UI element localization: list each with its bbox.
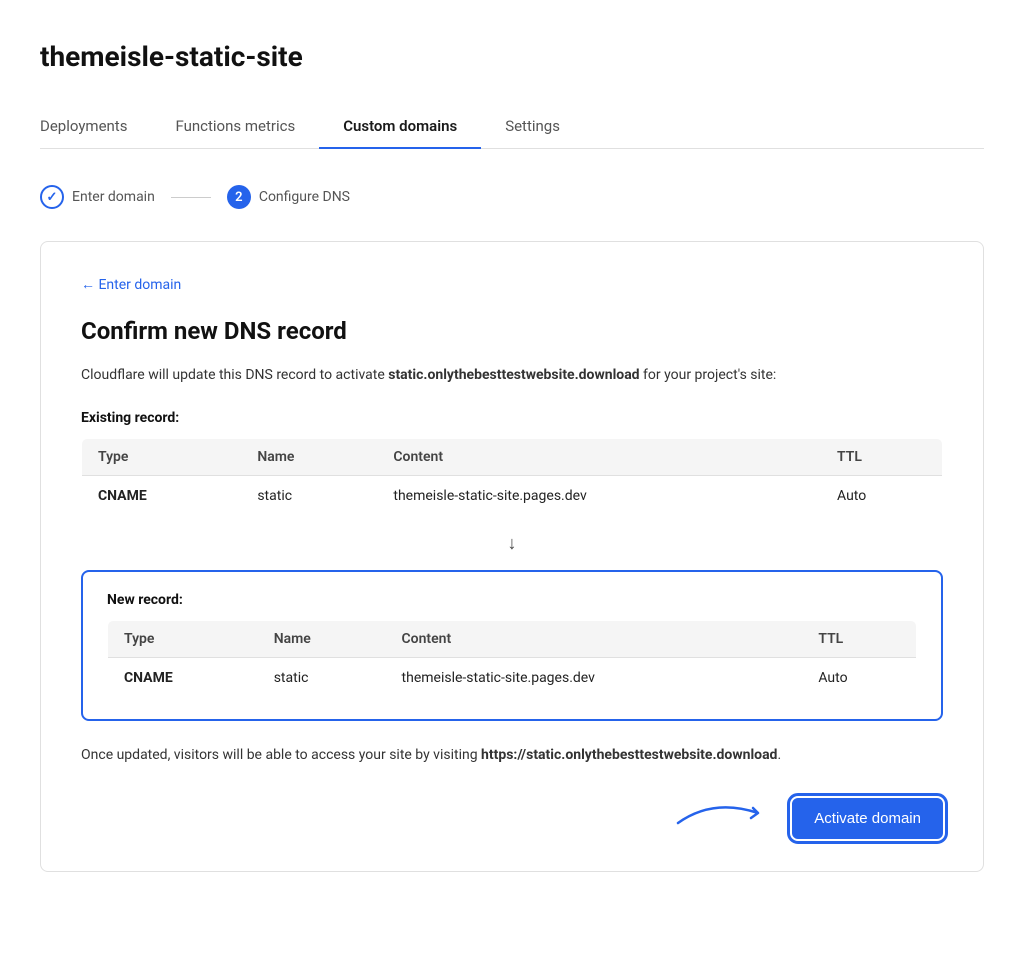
new-record-box: New record: Type Name Content TTL CNAME …	[81, 570, 943, 721]
new-table-row: CNAME static themeisle-static-site.pages…	[108, 658, 917, 699]
arrow-annotation	[673, 793, 773, 837]
description-before: Cloudflare will update this DNS record t…	[81, 367, 388, 383]
step-1-circle: ✓	[40, 185, 64, 209]
footer-text: Once updated, visitors will be able to a…	[81, 745, 943, 766]
new-col-ttl: TTL	[802, 621, 916, 658]
action-row: Activate domain	[81, 798, 943, 839]
step-2-circle: 2	[227, 185, 251, 209]
existing-content: themeisle-static-site.pages.dev	[377, 476, 821, 517]
step-1-label: Enter domain	[72, 189, 155, 205]
description-after: for your project's site:	[640, 367, 777, 383]
footer-before: Once updated, visitors will be able to a…	[81, 747, 481, 763]
existing-dns-table: Type Name Content TTL CNAME static theme…	[81, 438, 943, 517]
down-arrow: ↓	[81, 533, 943, 554]
tab-bar: Deployments Functions metrics Custom dom…	[40, 105, 984, 149]
new-dns-table: Type Name Content TTL CNAME static theme…	[107, 620, 917, 699]
new-type: CNAME	[108, 658, 258, 699]
existing-ttl: Auto	[821, 476, 942, 517]
new-content: themeisle-static-site.pages.dev	[386, 658, 803, 699]
existing-col-name: Name	[241, 439, 377, 476]
footer-url: https://static.onlythebesttestwebsite.do…	[481, 747, 777, 763]
footer-after: .	[777, 747, 781, 763]
new-name: static	[258, 658, 386, 699]
tab-custom-domains[interactable]: Custom domains	[319, 105, 481, 149]
step-1: ✓ Enter domain	[40, 185, 155, 209]
page-title: themeisle-static-site	[40, 40, 984, 73]
existing-record-label: Existing record:	[81, 410, 943, 426]
domain-highlight: static.onlythebesttestwebsite.download	[388, 367, 639, 383]
tab-functions-metrics[interactable]: Functions metrics	[151, 105, 319, 149]
stepper: ✓ Enter domain 2 Configure DNS	[40, 185, 984, 209]
main-card: ← Enter domain Confirm new DNS record Cl…	[40, 241, 984, 872]
step-2: 2 Configure DNS	[227, 185, 350, 209]
step-line	[171, 197, 211, 198]
existing-col-type: Type	[82, 439, 242, 476]
existing-type: CNAME	[82, 476, 242, 517]
tab-deployments[interactable]: Deployments	[40, 105, 151, 149]
description: Cloudflare will update this DNS record t…	[81, 365, 943, 386]
new-col-name: Name	[258, 621, 386, 658]
tab-settings[interactable]: Settings	[481, 105, 584, 149]
existing-col-content: Content	[377, 439, 821, 476]
existing-name: static	[241, 476, 377, 517]
existing-col-ttl: TTL	[821, 439, 942, 476]
new-record-label: New record:	[107, 592, 917, 608]
step-2-label: Configure DNS	[259, 189, 350, 205]
new-col-type: Type	[108, 621, 258, 658]
activate-domain-button[interactable]: Activate domain	[792, 798, 943, 839]
back-link[interactable]: ← Enter domain	[81, 276, 181, 293]
card-title: Confirm new DNS record	[81, 317, 943, 345]
new-col-content: Content	[386, 621, 803, 658]
existing-table-row: CNAME static themeisle-static-site.pages…	[82, 476, 943, 517]
new-ttl: Auto	[802, 658, 916, 699]
